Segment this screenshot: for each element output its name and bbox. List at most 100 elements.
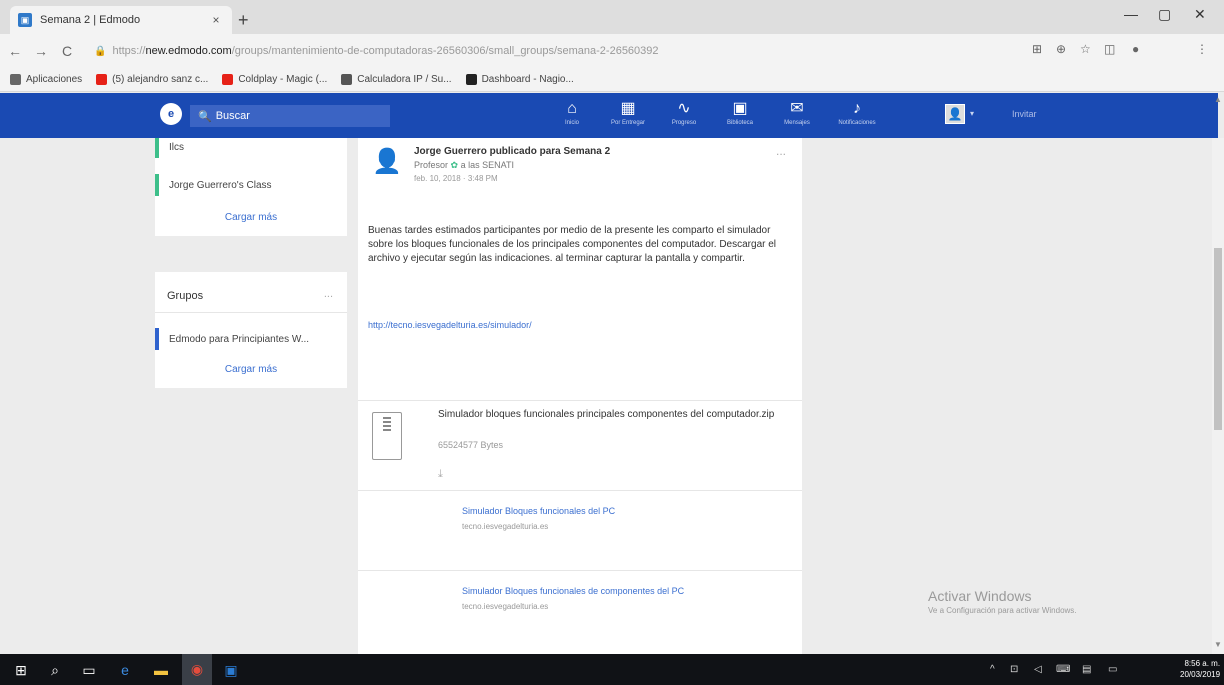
bookmark-star-icon[interactable]: ☆ (1080, 42, 1091, 56)
bookmark-label: Dashboard - Nagio... (481, 74, 574, 85)
edmodo-logo-icon[interactable]: e (160, 103, 182, 125)
nagios-icon (465, 74, 477, 85)
bookmark-label: Aplicaciones (26, 74, 83, 85)
bookmark-calculadora[interactable]: Calculadora IP / Su... (341, 74, 452, 85)
tab-title: Semana 2 | Edmodo (40, 14, 141, 26)
divider (358, 570, 802, 571)
link-preview-host: tecno.iesvegadelturia.es (462, 602, 549, 611)
calendar-icon: ▦ (620, 100, 636, 117)
edge-icon[interactable]: e (116, 661, 134, 679)
divider (358, 490, 802, 491)
bookmark-label: Coldplay - Magic (... (238, 74, 328, 85)
edmodo-navbar: e 🔍 Buscar ⌂ Inicio ▦ Por Entregar ∿ Progre… (0, 93, 1218, 138)
nav-notificaciones[interactable]: ♪ Notificaciones (835, 99, 879, 127)
bookmark-youtube-1[interactable]: (5) alejandro sanz c... (96, 74, 208, 85)
profile-icon[interactable]: ● (1132, 42, 1139, 56)
system-clock[interactable]: 8:56 a. m. 20/03/2019 (1180, 658, 1220, 680)
post-body: Buenas tardes estimados participantes po… (368, 225, 777, 264)
class-item[interactable]: Jorge Guerrero's Class (169, 180, 272, 191)
bookmark-label: (5) alejandro sanz c... (112, 74, 209, 85)
tray-chevron-icon[interactable]: ^ (990, 664, 995, 675)
search-input[interactable]: 🔍 Buscar (190, 105, 390, 127)
browser-tab[interactable]: ▣ Semana 2 | Edmodo × (10, 6, 232, 34)
class-item[interactable]: Ilcs (169, 142, 184, 153)
bookmark-label: Calculadora IP / Su... (357, 74, 452, 85)
volume-icon[interactable]: ◁ (1034, 664, 1042, 675)
maximize-button[interactable]: ▢ (1158, 6, 1171, 23)
reload-button[interactable]: C (56, 43, 78, 59)
link-preview-title[interactable]: Simulador Bloques funcionales del PC (462, 506, 615, 516)
attachment-name[interactable]: Simulador bloques funcionales principale… (438, 408, 778, 422)
post-card: 👤 Jorge Guerrero publicado para Semana 2… (358, 138, 802, 654)
file-explorer-icon[interactable]: ▬ (152, 661, 170, 679)
network-icon[interactable]: ⊡ (1010, 664, 1018, 675)
word-icon[interactable]: ▣ (222, 661, 240, 679)
groups-card: Grupos ... Edmodo para Principiantes W..… (155, 272, 347, 388)
star-icon: ✿ (450, 160, 459, 170)
search-icon[interactable]: ⌕ (46, 661, 64, 679)
calculator-icon (341, 74, 353, 85)
library-icon: ▣ (732, 100, 748, 117)
edmodo-favicon-icon: ▣ (18, 13, 32, 27)
zoom-icon[interactable]: ⊕ (1056, 42, 1066, 56)
class-color-bar (155, 174, 159, 196)
chrome-icon[interactable]: ◉ (182, 654, 212, 685)
chevron-down-icon[interactable]: ▾ (970, 109, 974, 118)
new-tab-button[interactable]: + (238, 10, 249, 31)
class-color-bar (155, 138, 159, 158)
attachment-size: 65524577 Bytes (438, 440, 504, 450)
url-path: /groups/mantenimiento-de-computadoras-26… (231, 45, 659, 57)
link-preview-title[interactable]: Simulador Bloques funcionales de compone… (462, 586, 684, 596)
divider (358, 400, 802, 401)
download-icon[interactable]: ⤓ (438, 468, 443, 481)
group-item[interactable]: Edmodo para Principiantes W... (169, 334, 309, 345)
invite-link[interactable]: Invitar (1012, 109, 1037, 119)
groups-menu-icon[interactable]: ... (324, 288, 333, 300)
nav-mensajes[interactable]: ✉ Mensajes (775, 99, 819, 127)
extension-icon[interactable]: ◫ (1104, 42, 1115, 56)
close-window-button[interactable]: ✕ (1194, 6, 1206, 23)
bookmark-apps[interactable]: Aplicaciones (10, 74, 82, 85)
notification-center-icon[interactable]: ▤ (1082, 664, 1091, 675)
bookmark-youtube-2[interactable]: Coldplay - Magic (... (222, 74, 327, 85)
nav-por-entregar[interactable]: ▦ Por Entregar (606, 99, 650, 127)
link-preview-host: tecno.iesvegadelturia.es (462, 522, 549, 531)
page-scrollbar[interactable] (1212, 138, 1224, 654)
minimize-button[interactable]: — (1124, 6, 1138, 22)
post-author[interactable]: Jorge Guerrero publicado para Semana 2 (414, 146, 610, 157)
nav-progreso[interactable]: ∿ Progreso (662, 99, 706, 127)
windows-activation-watermark: Activar Windows Ve a Configuración para … (928, 588, 1077, 615)
bookmark-nagios[interactable]: Dashboard - Nagio... (465, 74, 574, 85)
scroll-up-arrow-icon[interactable]: ▲ (1214, 95, 1222, 104)
user-avatar[interactable]: 👤 (945, 104, 965, 124)
translate-icon[interactable]: ⊞ (1032, 42, 1042, 56)
tab-close-icon[interactable]: × (208, 13, 224, 27)
groups-title: Grupos (167, 290, 204, 302)
language-icon[interactable]: ⌨ (1056, 664, 1070, 675)
post-role: Profesor ✿ a las SENATI (414, 160, 514, 170)
post-date: feb. 10, 2018 · 3:48 PM (414, 174, 498, 183)
nav-home[interactable]: ⌂ Inicio (550, 99, 594, 127)
zip-file-icon[interactable] (372, 412, 402, 460)
chrome-menu-icon[interactable]: ⋮ (1196, 42, 1208, 56)
nav-biblioteca[interactable]: ▣ Biblioteca (718, 99, 762, 127)
address-bar[interactable]: 🔒 https://new.edmodo.com/groups/mantenim… (94, 39, 1000, 63)
bookmarks-bar: Aplicaciones (5) alejandro sanz c... Col… (0, 68, 1224, 92)
back-button[interactable]: ← (4, 43, 26, 59)
youtube-icon (96, 74, 108, 85)
load-more-classes-link[interactable]: Cargar más (155, 212, 347, 223)
author-avatar-icon[interactable]: 👤 (372, 146, 402, 178)
notifications-icon: ♪ (853, 100, 861, 117)
progress-icon: ∿ (677, 100, 691, 117)
post-link[interactable]: http://tecno.iesvegadelturia.es/simulado… (368, 320, 532, 330)
scroll-down-arrow-icon[interactable]: ▼ (1214, 640, 1222, 649)
scrollbar-thumb[interactable] (1214, 248, 1222, 430)
windows-start-icon[interactable]: ⊞ (12, 661, 30, 679)
task-view-icon[interactable]: ▭ (80, 661, 98, 679)
keyboard-icon[interactable]: ▭ (1108, 664, 1117, 675)
lock-icon: 🔒 (94, 45, 107, 57)
load-more-groups-link[interactable]: Cargar más (155, 364, 347, 375)
forward-button[interactable]: → (30, 43, 52, 59)
post-menu-icon[interactable]: ... (776, 144, 786, 158)
url-scheme: https:// (112, 45, 146, 57)
